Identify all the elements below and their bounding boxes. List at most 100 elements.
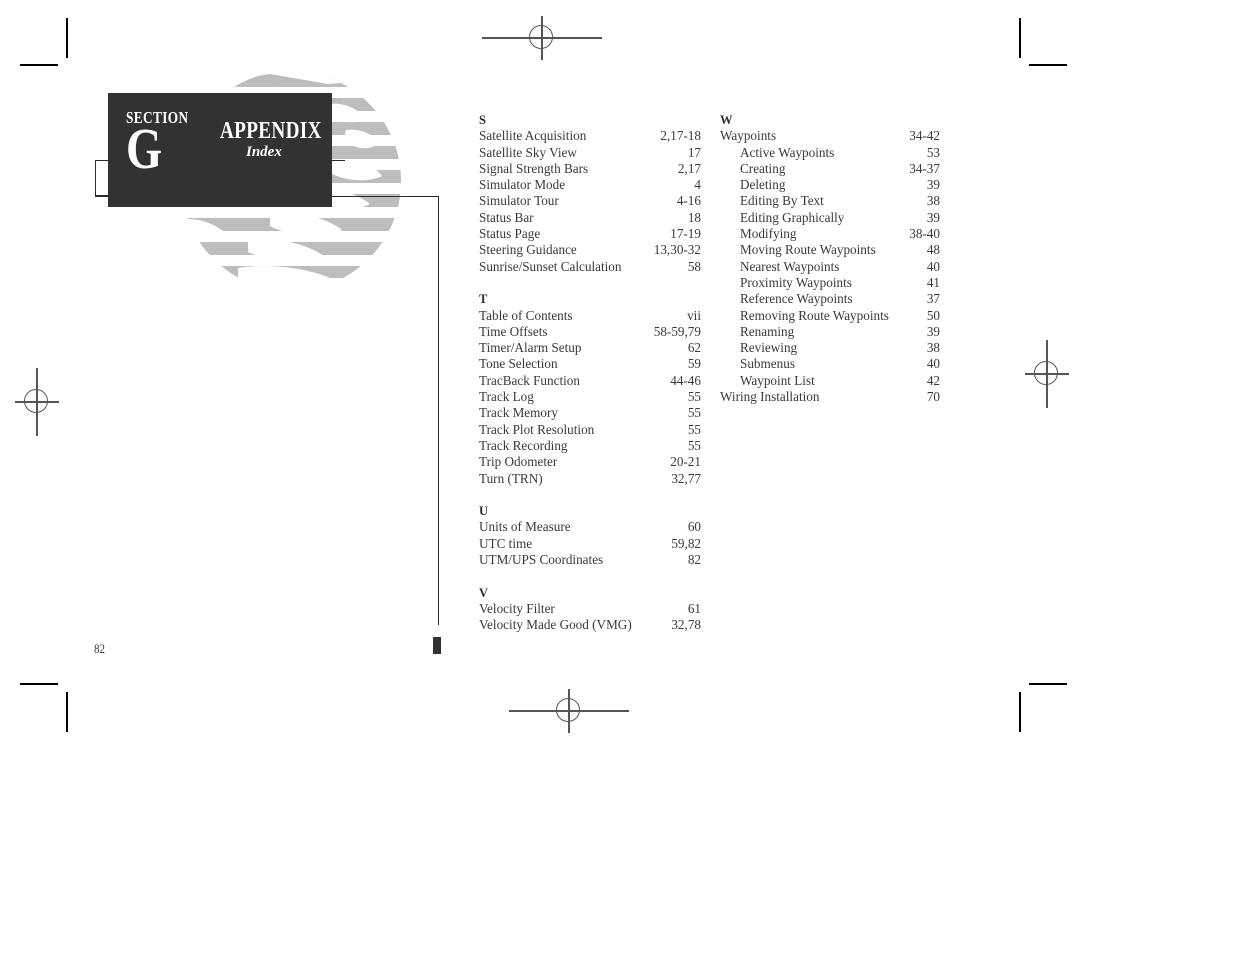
registration-mark-top xyxy=(482,16,602,60)
index-entry-name: Proximity Waypoints xyxy=(740,274,852,290)
index-entry: Units of Measure 60 xyxy=(479,519,701,535)
index-entry-name: Status Page xyxy=(479,226,541,242)
index-entry-pages: 50 xyxy=(926,307,940,323)
index-entry-name: Editing Graphically xyxy=(740,209,845,225)
index-entry: Creating 34-37 xyxy=(720,161,940,177)
index-entry: Steering Guidance 13,30-32 xyxy=(479,242,701,258)
crop-mark-bottom-left-vertical xyxy=(66,692,68,732)
index-entry-name: Editing By Text xyxy=(740,193,824,209)
index-entry-name: Reference Waypoints xyxy=(740,291,853,307)
index-entry-pages: 4 xyxy=(694,177,701,193)
index-entry-pages: 17-19 xyxy=(670,226,701,242)
index-entry-pages: 2,17-18 xyxy=(660,128,701,144)
index-entry: Waypoints 34-42 xyxy=(720,128,940,144)
index-entry-name: Timer/Alarm Setup xyxy=(479,340,582,356)
index-entry: Status Bar 18 xyxy=(479,210,701,226)
index-entry: Status Page 17-19 xyxy=(479,226,701,242)
index-entry-name: Steering Guidance xyxy=(479,242,577,258)
index-entry-pages: 39 xyxy=(926,209,940,225)
index-letter-heading: T xyxy=(479,292,488,307)
index-entry: Active Waypoints 53 xyxy=(720,145,940,161)
index-entry-pages: 17 xyxy=(687,144,701,160)
index-letter-heading: V xyxy=(479,585,489,600)
index-entry: Time Offsets 58-59,79 xyxy=(479,324,701,340)
section-header-block: SECTION G APPENDIX Index xyxy=(108,93,332,207)
index-entry-name: Track Log xyxy=(479,389,534,405)
index-entry-pages: 55 xyxy=(687,405,701,421)
index-entry-name: Waypoint List xyxy=(740,372,815,388)
index-entry-name: Simulator Tour xyxy=(479,193,559,209)
index-entry: Trip Odometer 20-21 xyxy=(479,454,701,470)
index-entry: Renaming 39 xyxy=(720,324,940,340)
index-entry: Deleting 39 xyxy=(720,177,940,193)
registration-mark-bottom xyxy=(509,689,629,733)
index-entry-pages: 40 xyxy=(926,356,940,372)
index-group-gap xyxy=(479,568,701,584)
index-entry-name: Submenus xyxy=(740,356,795,372)
index-entry: Modifying 38-40 xyxy=(720,226,940,242)
index-entry-pages: 59 xyxy=(687,356,701,372)
index-entry-name: Sunrise/Sunset Calculation xyxy=(479,258,622,274)
index-entry-name: Moving Route Waypoints xyxy=(740,242,876,258)
index-entry-pages: 55 xyxy=(687,421,701,437)
index-entry-name: Velocity Made Good (VMG) xyxy=(479,617,632,633)
index-entry-pages: 58 xyxy=(687,258,701,274)
index-entry-pages: vii xyxy=(687,307,701,323)
index-column-left: S Satellite Acquisition 2,17-18 Satellite S… xyxy=(479,112,701,634)
crop-mark-bottom-right-horizontal xyxy=(1029,683,1067,685)
index-entry: Editing Graphically 39 xyxy=(720,210,940,226)
index-entry-pages: 70 xyxy=(926,389,940,405)
index-entry-name: Track Memory xyxy=(479,405,558,421)
index-entry-name: Tone Selection xyxy=(479,356,558,372)
index-entry-pages: 41 xyxy=(926,274,940,290)
index-entry: Proximity Waypoints 41 xyxy=(720,275,940,291)
crop-mark-top-right-horizontal xyxy=(1029,64,1067,66)
content-frame-right-rule xyxy=(438,196,439,625)
registration-mark-right xyxy=(1025,340,1069,408)
index-entry-pages: 32,77 xyxy=(671,470,701,486)
appendix-subtitle: Index xyxy=(246,144,282,160)
crop-mark-bottom-right-vertical xyxy=(1019,692,1021,732)
crop-mark-top-left-vertical xyxy=(66,18,68,58)
index-entry: Table of Contents vii xyxy=(479,308,701,324)
index-entry-pages: 62 xyxy=(687,340,701,356)
index-entry-name: Deleting xyxy=(740,177,786,193)
index-entry-name: Modifying xyxy=(740,226,797,242)
index-entry: Reference Waypoints 37 xyxy=(720,291,940,307)
index-entry: Simulator Mode 4 xyxy=(479,177,701,193)
index-entry-pages: 37 xyxy=(926,291,940,307)
index-group-gap xyxy=(479,487,701,503)
index-entry-pages: 42 xyxy=(926,372,940,388)
index-entry-name: Creating xyxy=(740,160,786,176)
appendix-title: APPENDIX xyxy=(220,118,322,144)
index-entry: Editing By Text 38 xyxy=(720,193,940,209)
index-entry-pages: 34-37 xyxy=(909,160,940,176)
index-entry-name: Time Offsets xyxy=(479,323,548,339)
index-entry-name: UTM/UPS Coordinates xyxy=(479,552,604,568)
index-entry-name: Active Waypoints xyxy=(740,144,835,160)
registration-mark-left xyxy=(15,368,59,436)
index-entry: Moving Route Waypoints 48 xyxy=(720,242,940,258)
index-entry-pages: 38 xyxy=(926,340,940,356)
index-entry: Track Recording 55 xyxy=(479,438,701,454)
index-entry-pages: 44-46 xyxy=(670,372,701,388)
section-letter: G xyxy=(126,116,163,181)
index-entry-pages: 38 xyxy=(926,193,940,209)
index-entry-name: Turn (TRN) xyxy=(479,470,543,486)
index-entry-pages: 60 xyxy=(687,519,701,535)
crop-mark-bottom-left-horizontal xyxy=(20,683,58,685)
index-entry-pages: 34-42 xyxy=(909,128,940,144)
index-entry-pages: 18 xyxy=(687,209,701,225)
index-entry-pages: 4-16 xyxy=(676,193,701,209)
index-entry: Sunrise/Sunset Calculation 58 xyxy=(479,259,701,275)
index-entry: Wiring Installation 70 xyxy=(720,389,940,405)
index-entry: Velocity Made Good (VMG) 32,78 xyxy=(479,617,701,633)
index-entry-pages: 13,30-32 xyxy=(653,242,701,258)
index-entry-pages: 58-59,79 xyxy=(653,323,701,339)
index-entry: Waypoint List 42 xyxy=(720,373,940,389)
crop-mark-top-left-horizontal xyxy=(20,64,58,66)
index-entry: Removing Route Waypoints 50 xyxy=(720,308,940,324)
index-entry: Submenus 40 xyxy=(720,356,940,372)
index-entry-pages: 2,17 xyxy=(677,160,701,176)
index-entry-name: Velocity Filter xyxy=(479,600,555,616)
